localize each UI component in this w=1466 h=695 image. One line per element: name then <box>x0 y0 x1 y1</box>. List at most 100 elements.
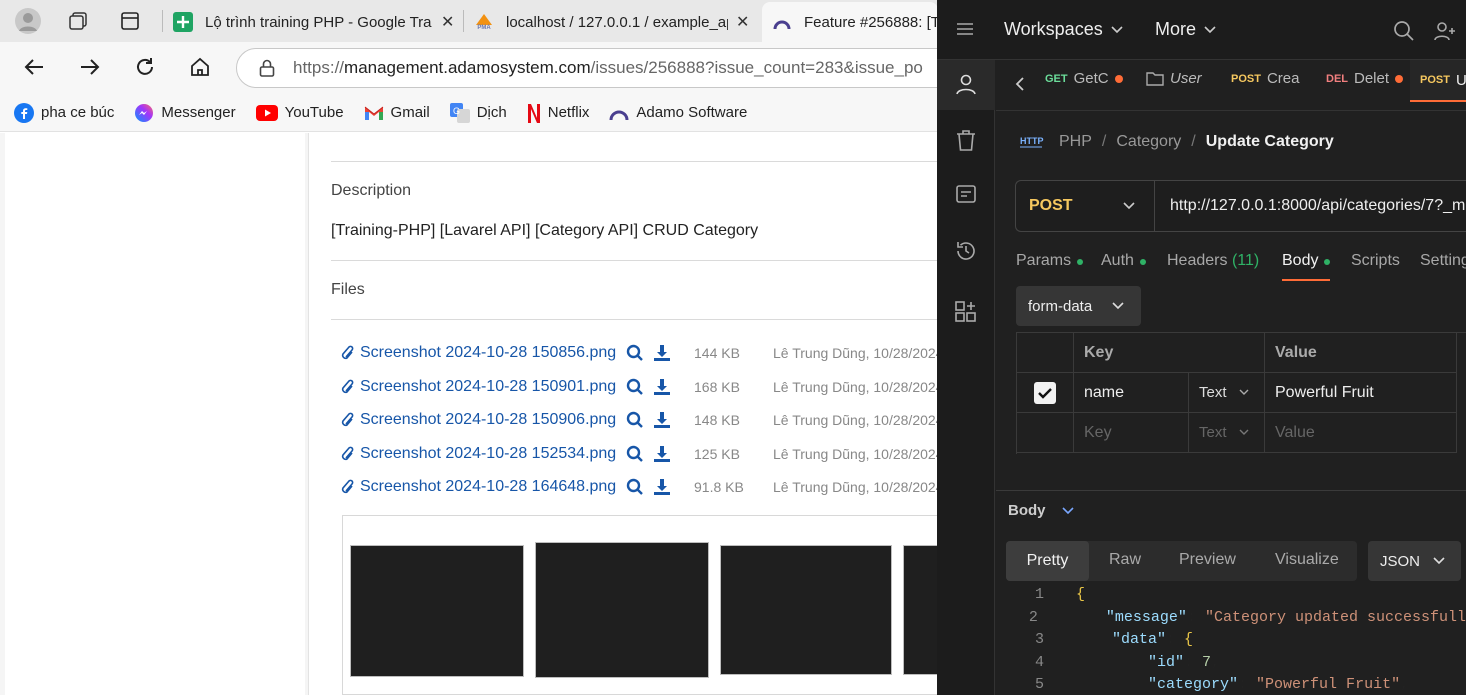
request-tab[interactable]: POST Crea <box>1231 70 1299 87</box>
attachment-row: Screenshot 2024-10-28 150856.png 144 KB Lê… <box>340 341 943 365</box>
request-name[interactable]: Update Category <box>1206 133 1334 151</box>
breadcrumb-root[interactable]: PHP <box>1059 133 1092 151</box>
download-icon[interactable] <box>653 344 671 362</box>
file-author: Lê Trung Dũng, 10/28/2024 <box>773 412 944 429</box>
attachment-link[interactable]: Screenshot 2024-10-28 150856.png <box>360 344 616 362</box>
download-icon[interactable] <box>653 378 671 396</box>
tab-feature-issue[interactable]: Feature #256888: [Tr <box>762 2 938 42</box>
gmail-icon <box>364 105 384 121</box>
tab-auth[interactable]: Auth <box>1101 252 1146 270</box>
response-body-toggle[interactable]: Body <box>1008 502 1074 519</box>
reload-icon[interactable] <box>131 53 159 81</box>
view-visualize[interactable]: Visualize <box>1275 551 1339 569</box>
row-checkbox[interactable] <box>1017 373 1074 413</box>
attachment-link[interactable]: Screenshot 2024-10-28 150901.png <box>360 378 616 396</box>
search-icon[interactable] <box>1393 20 1415 47</box>
chevron-down-icon <box>1239 429 1249 435</box>
value-placeholder[interactable]: Value <box>1265 413 1457 453</box>
view-pretty[interactable]: Pretty <box>1006 541 1089 581</box>
method-select[interactable]: POST <box>1015 180 1155 232</box>
workspaces-icon[interactable] <box>64 7 92 35</box>
url-input[interactable]: http://127.0.0.1:8000/api/categories/7?_… <box>1170 197 1466 215</box>
key-placeholder[interactable]: Key <box>1074 413 1189 453</box>
type-select[interactable]: Text <box>1189 413 1265 453</box>
hamburger-menu-icon[interactable] <box>956 22 974 41</box>
user-icon[interactable] <box>955 73 977 100</box>
tab-body[interactable]: Body <box>1282 252 1331 281</box>
tab-phpmyadmin[interactable]: PMA localhost / 127.0.0.1 / example_ap ✕ <box>464 2 760 42</box>
search-icon[interactable] <box>626 344 644 362</box>
url-path: /issues/256888?issue_count=283&issue_po <box>590 58 923 77</box>
key-input[interactable]: name <box>1074 373 1189 413</box>
breadcrumb-folder[interactable]: Category <box>1116 133 1181 151</box>
headers-count: (11) <box>1231 252 1260 269</box>
tab-google-sheets[interactable]: Lộ trình training PHP - Google Tra ✕ <box>163 2 461 42</box>
close-tab-icon[interactable]: ✕ <box>736 12 749 32</box>
search-icon[interactable] <box>626 445 644 463</box>
request-tab[interactable]: GET GetC <box>1045 70 1123 87</box>
attachment-icon <box>341 446 354 460</box>
thumbnail[interactable] <box>347 542 527 680</box>
search-icon[interactable] <box>626 378 644 396</box>
tab-settings[interactable]: Setting <box>1420 252 1466 270</box>
value-input[interactable]: Powerful Fruit <box>1265 373 1457 413</box>
lock-icon <box>259 59 275 77</box>
download-icon[interactable] <box>653 478 671 496</box>
chevron-down-icon <box>1061 506 1074 514</box>
trash-icon[interactable] <box>956 130 976 157</box>
download-icon[interactable] <box>653 445 671 463</box>
vertical-tabs-icon[interactable] <box>116 7 144 35</box>
view-raw[interactable]: Raw <box>1109 551 1141 569</box>
url-domain: management.adamosystem.com <box>344 58 591 77</box>
code-text: "message": "Category updated successfull <box>1105 608 1466 626</box>
more-menu[interactable]: More <box>1155 19 1216 40</box>
bookmark-youtube[interactable]: YouTube <box>255 104 344 121</box>
bookmark-translate[interactable]: G Dịch <box>449 102 507 123</box>
attachment-link[interactable]: Screenshot 2024-10-28 164648.png <box>360 478 616 496</box>
request-tab-active[interactable]: POST U <box>1410 60 1466 102</box>
attachment-link[interactable]: Screenshot 2024-10-28 152534.png <box>360 445 616 463</box>
format-select[interactable]: JSON <box>1368 541 1461 581</box>
tab-headers[interactable]: Headers (11) <box>1167 252 1259 270</box>
request-tab[interactable]: User <box>1146 70 1202 87</box>
bookmark-facebook[interactable]: pha ce búc <box>14 102 115 123</box>
attachment-link[interactable]: Screenshot 2024-10-28 150906.png <box>360 411 616 429</box>
back-icon[interactable] <box>20 53 48 81</box>
home-icon[interactable] <box>186 53 214 81</box>
address-bar[interactable]: https://management.adamosystem.com/issue… <box>236 48 976 88</box>
breadcrumb-separator: / <box>1101 133 1107 150</box>
bookmark-label: pha ce búc <box>41 104 115 121</box>
workspaces-menu[interactable]: Workspaces <box>1004 19 1123 40</box>
checkbox-checked-icon <box>1034 381 1056 404</box>
body-type-select[interactable]: form-data <box>1016 286 1141 326</box>
download-icon[interactable] <box>653 411 671 429</box>
history-icon[interactable] <box>955 240 977 267</box>
add-user-icon[interactable] <box>1434 20 1456 47</box>
adamo-icon <box>772 12 792 32</box>
bookmark-netflix[interactable]: Netflix <box>527 103 589 123</box>
view-preview[interactable]: Preview <box>1179 551 1236 569</box>
thumbnail[interactable] <box>532 539 712 681</box>
bookmark-messenger[interactable]: Messenger <box>134 103 236 123</box>
request-tab[interactable]: DEL Delet <box>1326 70 1404 87</box>
profile-avatar-icon[interactable] <box>14 7 42 35</box>
bookmark-adamo[interactable]: Adamo Software <box>609 104 747 121</box>
search-icon[interactable] <box>626 411 644 429</box>
code-text: "id": 7, <box>1148 653 1221 671</box>
console-icon[interactable] <box>956 185 976 212</box>
close-tab-icon[interactable]: ✕ <box>441 12 454 32</box>
type-select[interactable]: Text <box>1189 373 1265 413</box>
apps-icon[interactable] <box>955 301 977 328</box>
unsaved-dot-icon <box>1395 74 1404 83</box>
file-author: Lê Trung Dũng, 10/28/2024 <box>773 479 944 496</box>
thumbnail[interactable] <box>717 542 895 678</box>
tab-params[interactable]: Params <box>1016 252 1084 270</box>
bookmark-gmail[interactable]: Gmail <box>364 104 430 121</box>
search-icon[interactable] <box>626 478 644 496</box>
netflix-icon <box>527 103 541 123</box>
tab-scripts[interactable]: Scripts <box>1351 252 1400 270</box>
divider <box>331 319 941 320</box>
forward-icon[interactable] <box>76 53 104 81</box>
scroll-left-icon[interactable] <box>1014 76 1026 97</box>
bookmark-label: Dịch <box>476 104 507 121</box>
